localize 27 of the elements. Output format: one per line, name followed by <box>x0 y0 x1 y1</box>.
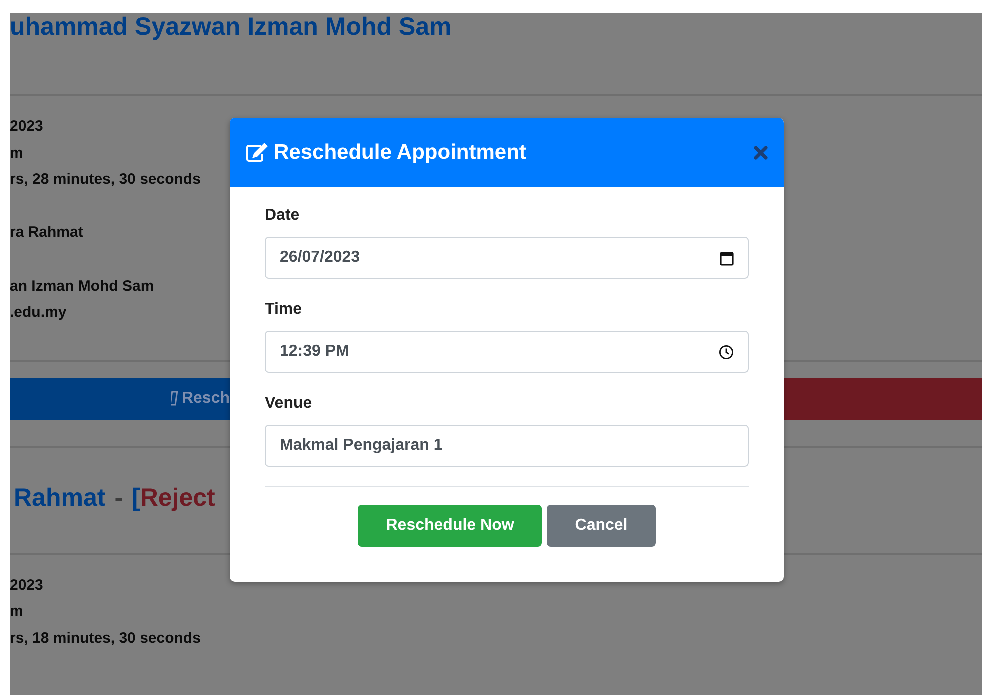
appointment-title: uhammad Syazwan Izman Mohd Sam <box>10 13 453 42</box>
time-field[interactable]: 12:39 PM <box>265 331 749 373</box>
venue-field[interactable]: Makmal Pengajaran 1 <box>265 425 749 467</box>
field-label: Date <box>265 207 301 225</box>
modal-title: Reschedule Appointment <box>274 140 526 164</box>
status-text: Reject <box>140 482 216 513</box>
detail-text: rs, 28 minutes, 30 seconds <box>10 170 201 190</box>
detail-text: m <box>10 144 24 164</box>
detail-text: .edu.my <box>10 303 67 324</box>
detail-text: m <box>10 602 24 622</box>
close-icon[interactable] <box>754 146 768 160</box>
clock-icon[interactable] <box>719 344 734 360</box>
separator-text: - <box>114 482 124 513</box>
detail-text: 2023 <box>10 117 44 137</box>
field-label: Venue <box>265 395 314 413</box>
detail-text: rs, 18 minutes, 30 seconds <box>10 628 201 649</box>
calendar-icon[interactable] <box>720 250 734 266</box>
placeholder-glyph-icon <box>170 391 179 406</box>
detail-text: ra Rahmat <box>10 223 84 244</box>
student-name: Rahmat <box>14 482 106 513</box>
field-label: Time <box>265 301 304 319</box>
detail-text: an Izman Mohd Sam <box>10 276 154 297</box>
detail-text: 2023 <box>10 576 44 596</box>
bracket-text: [ <box>132 482 140 513</box>
date-field[interactable]: 26/07/2023 <box>265 237 749 279</box>
cancel-button[interactable]: Cancel <box>547 505 656 547</box>
edit-icon <box>246 142 268 162</box>
